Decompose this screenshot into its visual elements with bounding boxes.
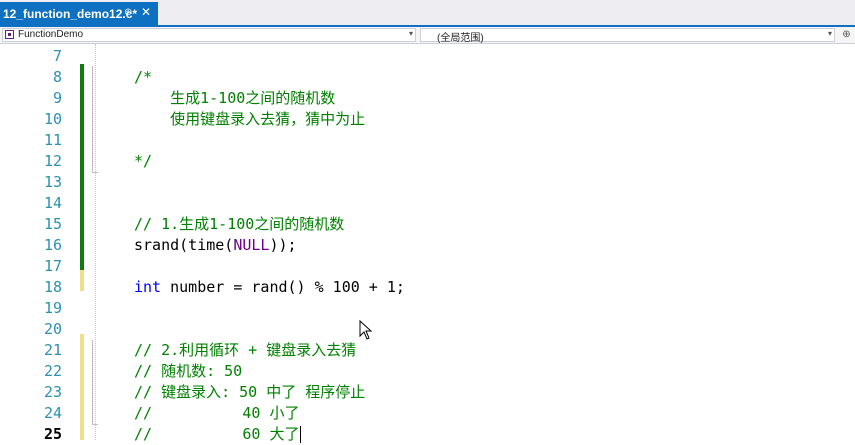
code-line[interactable]: // 键盘录入: 50 中了 程序停止: [134, 382, 365, 403]
code-editor[interactable]: 7 8 /* 9 生成1-100之间的随机数 10 使用键盘录入去猜，猜中为止 11 12 *…: [0, 44, 855, 443]
change-marker-unsaved: [80, 270, 84, 291]
code-token: number = rand() % 100 + 1;: [161, 278, 405, 296]
line-number: 18: [43, 278, 62, 296]
code-line[interactable]: 使用键盘录入去猜，猜中为止: [134, 109, 365, 130]
line-number: 19: [43, 299, 62, 317]
outline-fold-line: [92, 340, 93, 424]
line-number: 22: [43, 362, 62, 380]
line-number: 16: [43, 236, 62, 254]
code-token: srand(time(: [134, 236, 234, 254]
code-line[interactable]: // 40 小了: [134, 403, 299, 424]
code-token: // 60 大了: [134, 425, 300, 443]
code-token: /*: [134, 68, 153, 86]
mouse-cursor-icon: [359, 320, 373, 340]
text-caret: [300, 426, 302, 443]
code-token: // 40 小了: [134, 404, 300, 422]
code-line[interactable]: /*: [134, 67, 152, 88]
code-token: // 随机数: 50: [134, 362, 243, 380]
code-token: // 键盘录入: 50 中了 程序停止: [134, 383, 366, 401]
code-line[interactable]: // 1.生成1-100之间的随机数: [134, 214, 344, 235]
navigation-bar: FunctionDemo ▾ (全局范围) ▾ ⊕: [0, 27, 855, 44]
code-token: // 2.利用循环 + 键盘录入去猜: [134, 341, 357, 359]
code-line[interactable]: int number = rand() % 100 + 1;: [134, 277, 405, 298]
line-number: 11: [43, 131, 62, 149]
line-number: 24: [43, 404, 62, 422]
tab-title: 12_function_demo12.c*: [3, 7, 138, 21]
close-icon[interactable]: ✕: [141, 5, 151, 19]
code-token: */: [134, 152, 153, 170]
code-line[interactable]: // 60 大了: [134, 424, 299, 445]
code-line[interactable]: srand(time(NULL));: [134, 235, 297, 256]
line-number: 17: [43, 257, 62, 275]
member-scope-dropdown[interactable]: (全局范围) ▾: [420, 28, 835, 44]
line-number: 13: [43, 173, 62, 191]
line-number: 12: [43, 152, 62, 170]
code-token: int: [134, 278, 162, 296]
pin-icon[interactable]: ⊕: [124, 7, 132, 18]
outline-fold-end: [92, 172, 98, 173]
outline-fold-line: [92, 66, 93, 172]
line-number: 23: [43, 383, 62, 401]
code-token: // 1.生成1-100之间的随机数: [134, 215, 345, 233]
code-line[interactable]: 生成1-100之间的随机数: [134, 88, 335, 109]
code-line[interactable]: // 2.利用循环 + 键盘录入去猜: [134, 340, 356, 361]
line-number: 25: [43, 425, 62, 443]
line-number: 8: [52, 68, 62, 86]
chevron-down-icon[interactable]: ▾: [828, 29, 832, 38]
chevron-down-icon[interactable]: ▾: [409, 29, 413, 38]
line-number: 7: [52, 47, 62, 65]
project-scope-value: FunctionDemo: [18, 29, 84, 40]
line-number: 14: [43, 194, 62, 212]
member-scope-value: (全局范围): [437, 33, 484, 44]
line-number: 10: [43, 110, 62, 128]
change-marker-unsaved: [80, 334, 84, 440]
line-number: 21: [43, 341, 62, 359]
code-line[interactable]: */: [134, 151, 152, 172]
code-token: NULL: [233, 236, 270, 254]
tab-file[interactable]: 12_function_demo12.c* ⊕ ✕: [0, 2, 158, 27]
code-token: 使用键盘录入去猜，猜中为止: [134, 110, 366, 128]
line-number: 20: [43, 320, 62, 338]
line-number: 9: [52, 89, 62, 107]
code-token: 生成1-100之间的随机数: [134, 89, 336, 107]
line-number: 15: [43, 215, 62, 233]
outline-fold-end: [92, 424, 98, 425]
code-line[interactable]: // 随机数: 50: [134, 361, 242, 382]
split-window-icon[interactable]: ⊕: [840, 28, 853, 42]
project-scope-dropdown[interactable]: FunctionDemo ▾: [2, 28, 416, 42]
change-marker-saved: [80, 64, 84, 275]
code-token: ));: [269, 236, 297, 254]
project-icon: [5, 30, 14, 39]
margin-separator: [95, 44, 97, 440]
tab-strip: 12_function_demo12.c* ⊕ ✕: [0, 0, 855, 27]
